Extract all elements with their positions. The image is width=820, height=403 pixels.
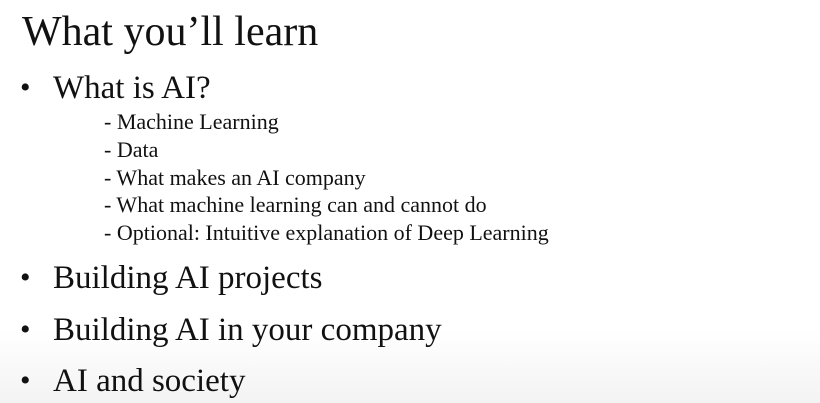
bullet-dot-icon: • [20,364,31,397]
bullet-label: Building AI projects [53,260,323,296]
bullet-label: Building AI in your company [53,312,442,348]
sub-item-ml-can-cannot: - What machine learning can and cannot d… [104,192,487,218]
bullet-dot-icon: • [20,313,31,346]
sub-item-deep-learning: - Optional: Intuitive explanation of Dee… [104,220,549,245]
bullet-label: AI and society [53,363,246,399]
bullet-dot-icon: • [20,261,31,294]
sub-list-what-is-ai: - Machine Learning - Data - What makes a… [104,108,549,247]
bullet-label: What is AI? [53,70,211,106]
slide-title: What you’ll learn [22,9,319,55]
sub-item-data: - Data [104,136,159,162]
bullet-dot-icon: • [20,71,31,104]
slide: What you’ll learn • What is AI? - Machin… [0,0,820,403]
sub-item-ai-company: - What makes an AI company [104,164,366,190]
sub-item-machine-learning: - Machine Learning [104,109,279,134]
